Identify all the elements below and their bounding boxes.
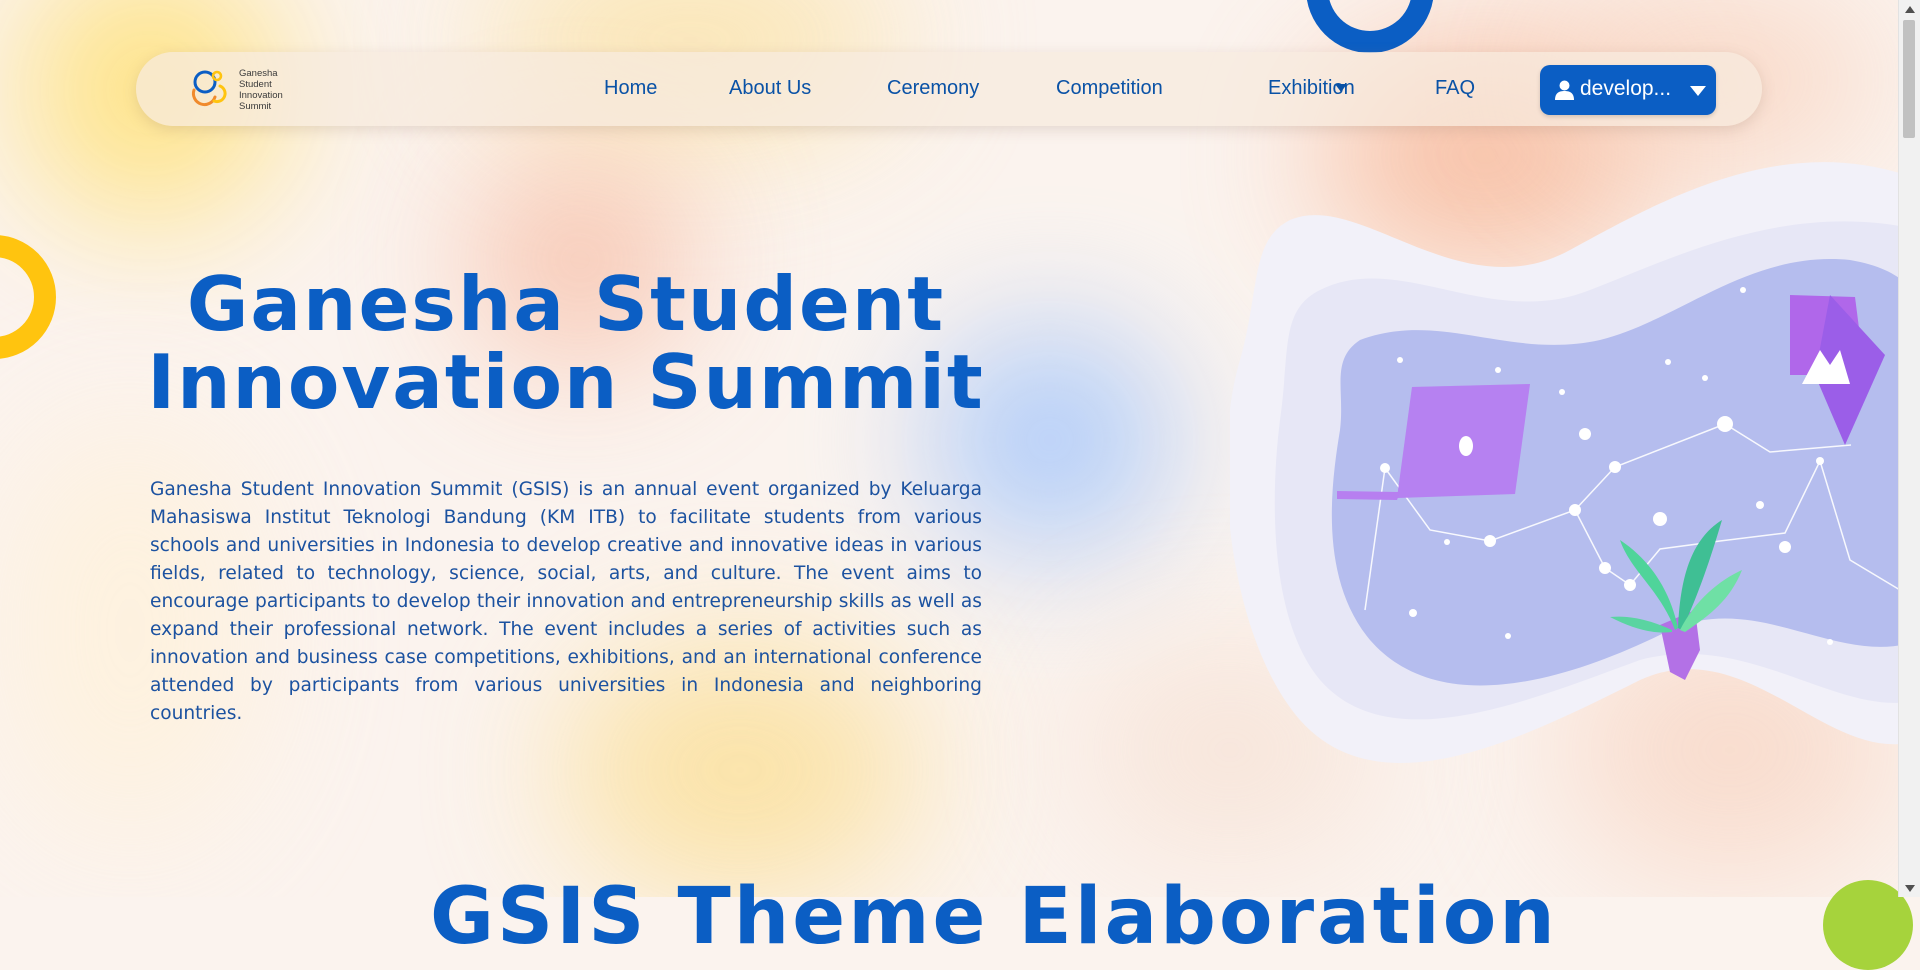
nav-about-us[interactable]: About Us <box>729 77 811 103</box>
user-name-label: develop... <box>1580 77 1672 100</box>
scrollbar-thumb[interactable] <box>1903 20 1915 138</box>
caret-down-icon <box>1690 86 1706 96</box>
scroll-up-arrow-icon[interactable] <box>1899 0 1920 18</box>
logo-text: Ganesha Student Innovation Summit <box>239 68 299 112</box>
nav-home[interactable]: Home <box>604 77 657 103</box>
logo-line: Summit <box>239 101 272 112</box>
gsis-logo[interactable]: Ganesha Student Innovation Summit <box>188 64 298 114</box>
logo-line: Ganesha <box>239 68 278 79</box>
hero-description: Ganesha Student Innovation Summit (GSIS)… <box>150 479 982 724</box>
navbar: Ganesha Student Innovation Summit Home A… <box>136 52 1762 126</box>
scroll-down-arrow-icon[interactable] <box>1899 879 1920 897</box>
user-menu-button[interactable]: develop... <box>1540 65 1716 115</box>
vertical-scrollbar[interactable] <box>1898 0 1920 897</box>
hero-title: Ganesha Student Innovation Summit <box>144 265 988 421</box>
hero-title-line: Innovation Summit <box>147 338 985 426</box>
nav-ceremony[interactable]: Ceremony <box>887 77 979 103</box>
logo-line: Innovation <box>239 90 283 101</box>
user-icon <box>1555 80 1574 100</box>
nav-exhibition[interactable]: Exhibition <box>1268 77 1355 103</box>
hero-title-line: Ganesha Student <box>186 260 946 348</box>
hero-illustration <box>1230 162 1920 763</box>
nav-competition[interactable]: Competition <box>1056 77 1163 103</box>
logo-mark-icon <box>191 70 227 107</box>
section-heading: GSIS Theme Elaboration <box>430 872 1558 962</box>
nav-faq[interactable]: FAQ <box>1435 77 1475 103</box>
logo-line: Student <box>239 79 272 90</box>
